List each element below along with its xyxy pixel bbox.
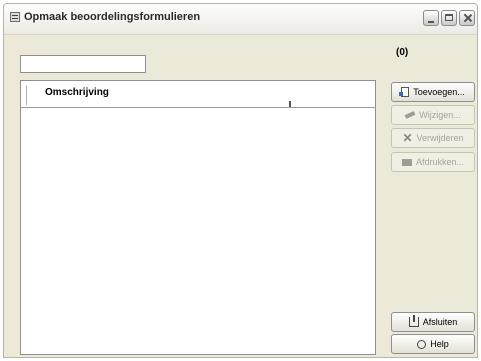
help-button-label: Help — [430, 339, 449, 349]
edit-button-label: Wijzigen... — [419, 110, 461, 120]
add-button[interactable]: Toevoegen... — [391, 82, 475, 102]
form-icon — [10, 12, 20, 22]
delete-button-label: Verwijderen — [416, 133, 464, 143]
column-resize-handle[interactable] — [289, 101, 291, 107]
help-icon — [417, 339, 427, 349]
list-header: Omschrijving — [21, 81, 375, 108]
print-button-label: Afdrukken... — [415, 157, 465, 167]
print-button[interactable]: Afdrukken... — [391, 152, 475, 172]
printer-icon — [401, 158, 412, 166]
window-title: Opmaak beoordelingsformulieren — [24, 11, 201, 23]
close-button[interactable]: Afsluiten — [391, 312, 475, 332]
forms-list[interactable]: Omschrijving — [20, 80, 376, 355]
add-button-label: Toevoegen... — [413, 87, 465, 97]
exit-door-icon — [408, 315, 419, 327]
close-window-button[interactable] — [459, 10, 475, 26]
column-header-omschrijving[interactable]: Omschrijving — [45, 87, 109, 98]
close-button-label: Afsluiten — [422, 317, 458, 327]
new-document-icon — [399, 87, 410, 97]
record-count: (0) — [396, 47, 409, 58]
search-input[interactable] — [20, 55, 146, 73]
main-window: Opmaak beoordelingsformulieren (0) Omsch… — [3, 3, 478, 358]
delete-x-icon: ✕ — [402, 131, 413, 145]
minimize-button[interactable] — [423, 10, 439, 26]
help-button[interactable]: Help — [391, 334, 475, 354]
delete-button[interactable]: ✕ Verwijderen — [391, 128, 475, 148]
title-bar[interactable]: Opmaak beoordelingsformulieren — [4, 4, 477, 35]
maximize-button[interactable] — [441, 10, 457, 26]
column-divider[interactable] — [26, 85, 27, 105]
edit-button[interactable]: Wijzigen... — [391, 105, 475, 125]
pencil-icon — [404, 111, 416, 119]
